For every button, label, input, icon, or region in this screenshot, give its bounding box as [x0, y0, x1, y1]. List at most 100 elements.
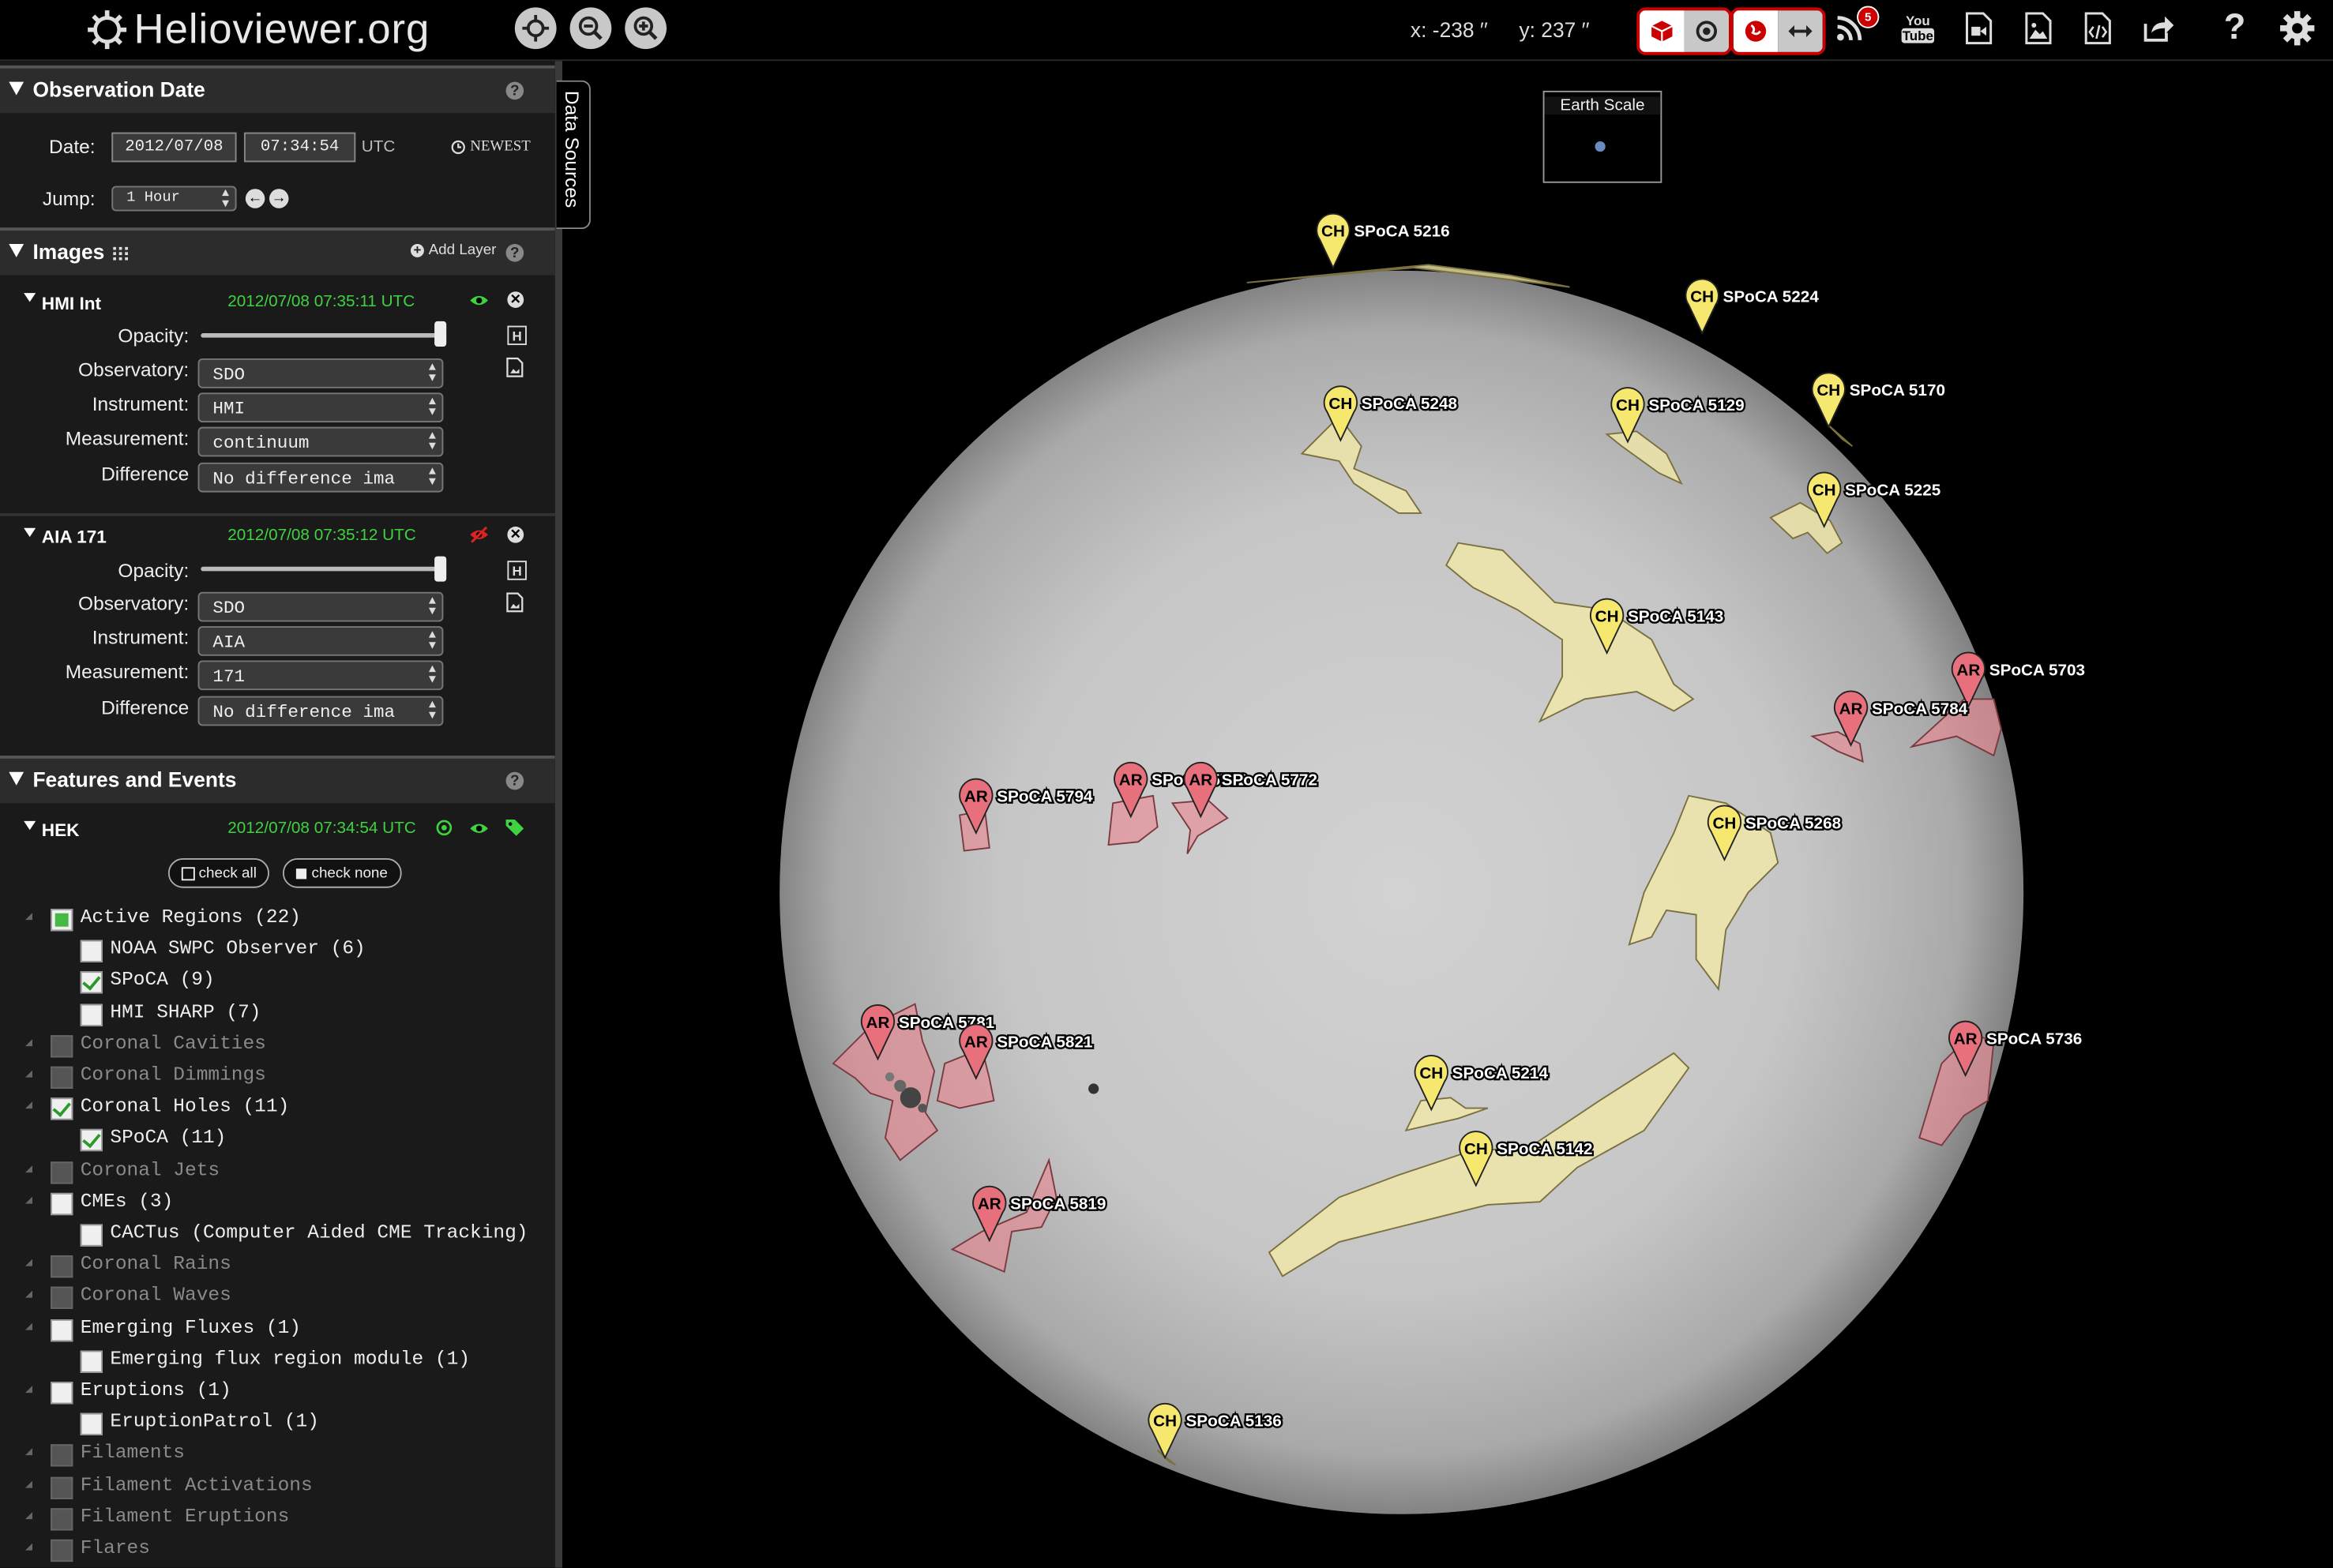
collapse-triangle-icon[interactable]	[9, 81, 24, 96]
zoom-out-button[interactable]	[569, 7, 612, 50]
tree-checkbox[interactable]	[80, 1413, 103, 1436]
tree-item[interactable]: CACTus (Computer Aided CME Tracking)	[0, 1220, 555, 1250]
tree-checkbox[interactable]	[51, 1066, 73, 1090]
tree-item[interactable]: NOAA SWPC Observer (6)	[0, 936, 555, 966]
tree-item[interactable]: SPoCA (9)	[0, 967, 555, 997]
tree-item[interactable]: ◢ Flares	[0, 1535, 555, 1565]
measurement-select[interactable]: continuum ▲ ▼	[197, 426, 444, 457]
collapse-triangle-icon[interactable]	[9, 771, 24, 786]
tree-item[interactable]: ◢ Coronal Waves	[0, 1283, 555, 1313]
tree-checkbox[interactable]	[51, 1192, 73, 1215]
tree-checkbox[interactable]	[80, 971, 103, 995]
tree-expander-icon[interactable]: ◢	[25, 1445, 32, 1460]
tree-item[interactable]: EruptionPatrol (1)	[0, 1409, 555, 1439]
eye-hidden-icon[interactable]	[468, 526, 489, 543]
tree-expander-icon[interactable]: ◢	[25, 1255, 32, 1270]
tree-item[interactable]: ◢ Emerging Fluxes (1)	[0, 1315, 555, 1345]
target-view-icon[interactable]	[1684, 10, 1730, 52]
coronal-hole-marker[interactable]: CH SPoCA 5170	[1811, 372, 1947, 429]
newest-button[interactable]: NEWEST	[451, 138, 531, 155]
tree-checkbox[interactable]	[80, 1350, 103, 1373]
rss-icon[interactable]: 5	[1831, 6, 1880, 46]
embed-code-icon[interactable]	[2080, 10, 2116, 46]
tree-item[interactable]: Emerging flux region module (1)	[0, 1346, 555, 1376]
header-info-icon[interactable]: H	[507, 325, 527, 346]
settings-gear-icon[interactable]	[2279, 10, 2315, 46]
tree-item[interactable]: ◢ Coronal Holes (11)	[0, 1093, 555, 1123]
coronal-hole-marker[interactable]: CH SPoCA 5224	[1685, 278, 1821, 336]
jump-forward-icon[interactable]: →	[269, 189, 289, 208]
collapse-triangle-icon[interactable]	[9, 243, 24, 257]
tree-item[interactable]: ◢ CMEs (3)	[0, 1188, 555, 1218]
tree-checkbox[interactable]	[80, 940, 103, 963]
tree-checkbox[interactable]	[51, 1539, 73, 1562]
tree-item[interactable]: ◢ Coronal Jets	[0, 1157, 555, 1187]
scale-arrows-icon[interactable]	[1778, 10, 1823, 52]
tree-checkbox[interactable]	[80, 1129, 103, 1152]
help-button[interactable]: ?	[2217, 7, 2252, 47]
tree-checkbox[interactable]	[51, 1476, 73, 1499]
target-icon[interactable]	[436, 820, 453, 836]
center-view-button[interactable]	[514, 7, 557, 50]
tree-checkbox[interactable]	[51, 1097, 73, 1120]
tree-expander-icon[interactable]: ◢	[25, 1319, 32, 1334]
tree-item[interactable]: ◢ Coronal Cavities	[0, 1030, 555, 1060]
difference-select[interactable]: No difference ima ▲ ▼	[197, 462, 444, 493]
solar-viewport[interactable]: CH SPoCA 5216 CH SPoCA 5224 CH SPoCA 5248 CH SP…	[562, 61, 2333, 1568]
tree-expander-icon[interactable]: ◢	[25, 1287, 32, 1302]
tree-expander-icon[interactable]: ◢	[25, 1193, 32, 1207]
opacity-slider-handle[interactable]	[434, 556, 447, 582]
help-icon[interactable]: ?	[505, 771, 524, 790]
tree-checkbox[interactable]	[51, 1445, 73, 1468]
check-all-button[interactable]: check all	[167, 858, 269, 888]
youtube-icon[interactable]: You Tube	[1900, 10, 1936, 46]
tree-item[interactable]: ◢ Eruptions (1)	[0, 1377, 555, 1407]
eye-visible-icon[interactable]	[468, 293, 489, 308]
jump-select[interactable]: 1 Hour ▲ ▼	[111, 186, 237, 212]
instrument-select[interactable]: AIA ▲ ▼	[197, 626, 444, 656]
images-header[interactable]: Images + Add Layer ?	[0, 227, 555, 276]
tree-item[interactable]: ◢ Active Regions (22)	[0, 904, 555, 934]
instrument-select[interactable]: HMI ▲ ▼	[197, 392, 444, 423]
tree-checkbox[interactable]	[80, 1003, 103, 1026]
tree-expander-icon[interactable]: ◢	[25, 1540, 32, 1555]
tree-checkbox[interactable]	[51, 1382, 73, 1405]
tree-checkbox[interactable]	[51, 1255, 73, 1278]
time-input[interactable]: 07:34:54	[243, 132, 356, 163]
opacity-slider-handle[interactable]	[434, 321, 447, 347]
grid-icon[interactable]	[113, 246, 129, 261]
sun-image[interactable]: CH SPoCA 5216 CH SPoCA 5224 CH SPoCA 5248 CH SP…	[562, 61, 2333, 1567]
help-icon[interactable]: ?	[505, 81, 524, 100]
image-download-icon[interactable]	[506, 592, 524, 613]
active-region-marker[interactable]: AR SPoCA 5736	[1948, 1020, 2084, 1078]
tree-expander-icon[interactable]: ◢	[25, 1161, 32, 1176]
coronal-hole-marker[interactable]: CH SPoCA 5216	[1316, 212, 1452, 270]
tree-expander-icon[interactable]: ◢	[25, 1382, 32, 1397]
sidebar-resize-handle[interactable]	[554, 61, 563, 1568]
layer-collapse-icon[interactable]	[24, 527, 36, 538]
remove-layer-icon[interactable]: ✕	[507, 526, 524, 543]
layer-collapse-icon[interactable]	[24, 293, 36, 302]
movie-icon[interactable]	[1961, 10, 1997, 46]
tree-checkbox[interactable]	[80, 1224, 103, 1247]
tree-checkbox[interactable]	[51, 909, 73, 932]
tree-checkbox[interactable]	[51, 1161, 73, 1184]
globe-icon[interactable]	[1733, 10, 1779, 52]
add-layer-button[interactable]: + Add Layer	[410, 242, 496, 259]
help-icon[interactable]: ?	[505, 243, 524, 262]
cube-view-icon[interactable]	[1640, 10, 1685, 52]
hek-collapse-icon[interactable]	[24, 820, 36, 831]
data-sources-tab[interactable]: Data Sources	[556, 80, 591, 230]
tree-expander-icon[interactable]: ◢	[25, 1035, 32, 1050]
tree-item[interactable]: ◢ Coronal Rains	[0, 1251, 555, 1281]
tree-checkbox[interactable]	[51, 1034, 73, 1058]
tree-expander-icon[interactable]: ◢	[25, 1098, 32, 1113]
tree-expander-icon[interactable]: ◢	[25, 909, 32, 924]
tree-item[interactable]: SPoCA (11)	[0, 1125, 555, 1155]
jump-back-icon[interactable]: ←	[245, 189, 265, 208]
eye-visible-icon[interactable]	[468, 821, 489, 836]
app-logo-text[interactable]: Helioviewer.org	[134, 6, 430, 54]
tree-checkbox[interactable]	[51, 1507, 73, 1531]
opacity-slider[interactable]	[201, 332, 447, 338]
active-region-marker[interactable]: AR SPoCA 5703	[1951, 651, 2087, 709]
